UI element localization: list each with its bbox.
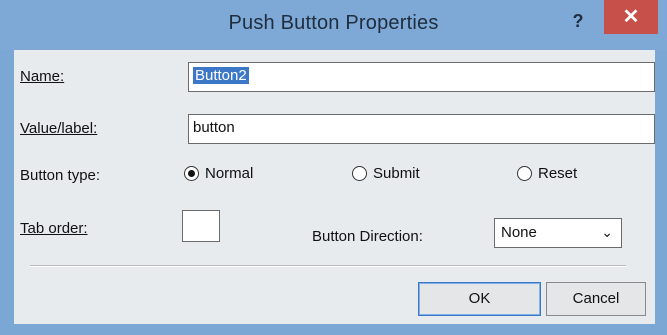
value-label: Value/label: bbox=[20, 120, 97, 137]
radio-normal-label: Normal bbox=[205, 165, 254, 182]
name-label: Name: bbox=[20, 68, 64, 85]
close-button[interactable]: ✕ bbox=[604, 0, 658, 34]
radio-submit[interactable]: Submit bbox=[352, 165, 420, 182]
tab-order-label-text: Tab order: bbox=[20, 220, 88, 237]
radio-reset[interactable]: Reset bbox=[517, 165, 577, 182]
radio-normal[interactable]: Normal bbox=[184, 165, 253, 182]
push-button-properties-dialog: Push Button Properties ? ✕ Name: Button2… bbox=[0, 0, 667, 335]
radio-submit-indicator bbox=[352, 166, 367, 181]
button-type-label: Button type: bbox=[20, 167, 101, 184]
value-field-value: button bbox=[193, 119, 235, 136]
radio-reset-indicator bbox=[517, 166, 532, 181]
title-bar[interactable]: Push Button Properties ? ✕ bbox=[0, 0, 667, 50]
name-field-value: Button2 bbox=[193, 67, 249, 84]
name-field[interactable]: Button2 bbox=[188, 62, 655, 92]
tab-order-field[interactable] bbox=[182, 210, 220, 242]
direction-label: Button Direction: bbox=[312, 228, 423, 245]
tab-order-label: Tab order: bbox=[20, 220, 88, 237]
direction-select[interactable]: None ⌄ bbox=[494, 218, 622, 248]
radio-submit-label: Submit bbox=[373, 165, 420, 182]
name-label-text: Name: bbox=[20, 68, 65, 85]
value-label-text: Value/label: bbox=[20, 120, 98, 137]
ok-button[interactable]: OK bbox=[418, 282, 541, 316]
value-field[interactable]: button bbox=[188, 114, 655, 144]
help-button[interactable]: ? bbox=[557, 6, 599, 36]
cancel-button[interactable]: Cancel bbox=[546, 282, 646, 316]
chevron-down-icon: ⌄ bbox=[601, 224, 613, 240]
dialog-content: Name: Button2 Value/label: button Button… bbox=[14, 50, 655, 324]
radio-normal-indicator bbox=[184, 166, 199, 181]
direction-select-value: None bbox=[501, 224, 537, 241]
radio-reset-label: Reset bbox=[538, 165, 578, 182]
divider bbox=[30, 265, 626, 267]
close-icon: ✕ bbox=[622, 6, 640, 28]
